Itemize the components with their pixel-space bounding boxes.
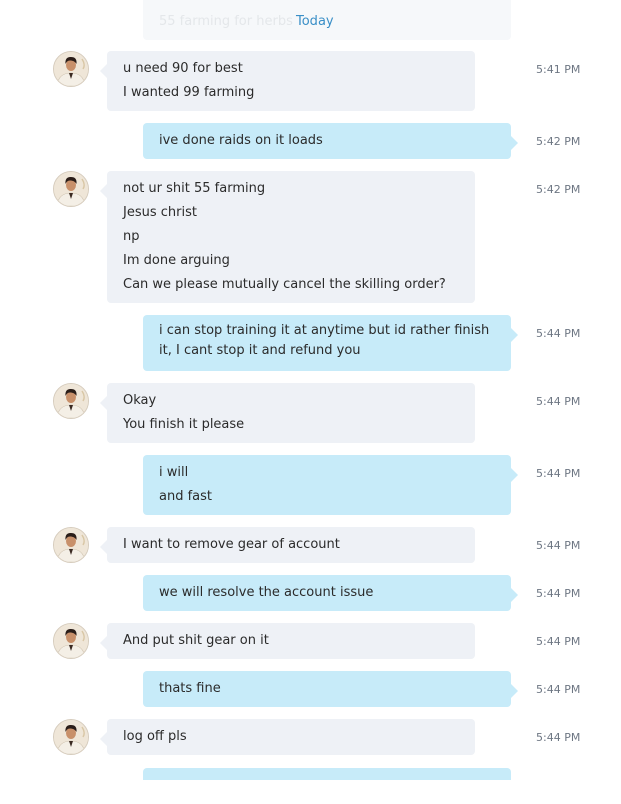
message-text: Jesus christ xyxy=(123,205,197,220)
message-text: np xyxy=(123,229,140,244)
message-text: Im done arguing xyxy=(123,253,230,268)
contact-avatar[interactable] xyxy=(53,719,89,755)
received-message-bubble[interactable]: Okay You finish it please xyxy=(100,383,475,443)
date-separator-today: Today xyxy=(296,14,334,29)
contact-avatar[interactable] xyxy=(53,171,89,207)
message-timestamp: 5:42 PM xyxy=(536,183,581,196)
message-text: i will xyxy=(159,465,189,480)
message-timestamp: 5:44 PM xyxy=(536,467,581,480)
message-timestamp: 5:44 PM xyxy=(536,395,581,408)
message-text: thats fine xyxy=(159,681,221,696)
message-timestamp: 5:44 PM xyxy=(536,327,581,340)
contact-avatar[interactable] xyxy=(53,51,89,87)
message-timestamp: 5:44 PM xyxy=(536,539,581,552)
received-message-bubble[interactable]: not ur shit 55 farming Jesus christ np I… xyxy=(100,171,475,303)
received-message-bubble[interactable]: log off pls xyxy=(100,719,475,755)
message-timestamp: 5:44 PM xyxy=(536,635,581,648)
received-message-bubble[interactable]: And put shit gear on it xyxy=(100,623,475,659)
received-message-bubble[interactable]: u need 90 for best I wanted 99 farming xyxy=(100,51,475,111)
message-text: You finish it please xyxy=(123,417,245,432)
sent-message-bubble[interactable]: ive done raids on it loads xyxy=(143,123,518,159)
previous-message-text: 55 farming for herbs xyxy=(159,14,293,29)
message-text: And put shit gear on it xyxy=(123,633,269,648)
message-text: and fast xyxy=(159,489,213,504)
message-timestamp: 5:42 PM xyxy=(536,135,581,148)
contact-avatar[interactable] xyxy=(53,623,89,659)
message-timestamp: 5:41 PM xyxy=(536,63,581,76)
message-text: Okay xyxy=(123,393,157,408)
message-text: I wanted 99 farming xyxy=(123,85,255,100)
received-message-bubble[interactable]: I want to remove gear of account xyxy=(100,527,475,563)
contact-avatar[interactable] xyxy=(53,527,89,563)
message-text: not ur shit 55 farming xyxy=(123,181,266,196)
message-timestamp: 5:44 PM xyxy=(536,731,581,744)
message-text: log off pls xyxy=(123,729,187,744)
next-sent-message-bubble[interactable] xyxy=(143,768,511,780)
message-text: I want to remove gear of account xyxy=(123,537,340,552)
sent-message-bubble[interactable]: i can stop training it at anytime but id… xyxy=(143,315,518,371)
message-text: i can stop training it at anytime but id… xyxy=(159,323,490,358)
message-text: u need 90 for best xyxy=(123,61,243,76)
message-timestamp: 5:44 PM xyxy=(536,587,581,600)
message-text: ive done raids on it loads xyxy=(159,133,323,148)
sent-message-bubble[interactable]: thats fine xyxy=(143,671,518,707)
message-timestamp: 5:44 PM xyxy=(536,683,581,696)
message-text: we will resolve the account issue xyxy=(159,585,374,600)
message-text: Can we please mutually cancel the skilli… xyxy=(123,277,446,292)
sent-message-bubble[interactable]: i will and fast xyxy=(143,455,518,515)
sent-message-bubble[interactable]: we will resolve the account issue xyxy=(143,575,518,611)
contact-avatar[interactable] xyxy=(53,383,89,419)
